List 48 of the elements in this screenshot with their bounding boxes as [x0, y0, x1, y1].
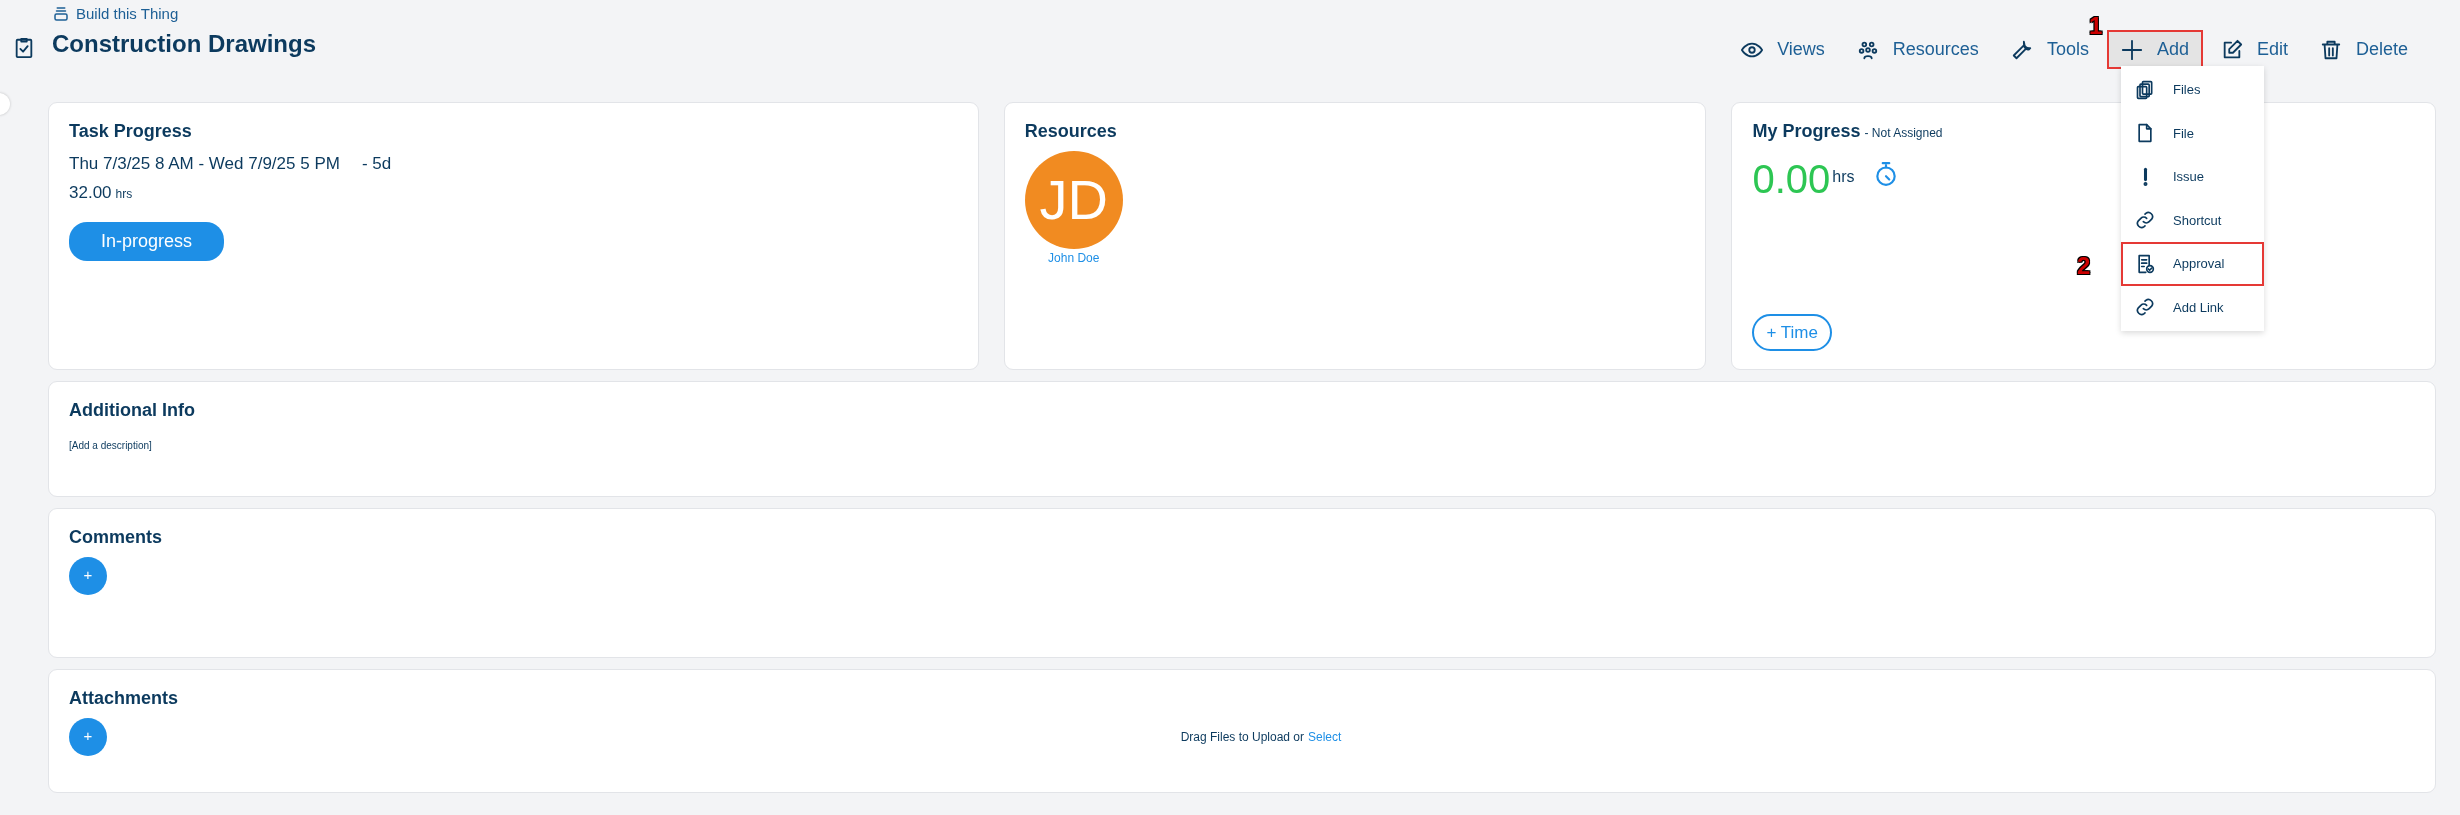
delete-button[interactable]: Delete	[2305, 30, 2422, 69]
card-subtitle: - Not Assigned	[1864, 125, 1943, 142]
add-time-button[interactable]: + Time	[1752, 313, 1832, 351]
card-title: Resources	[1024, 121, 1118, 143]
menu-item[interactable]: Shortcut	[2121, 198, 2264, 242]
select-link[interactable]: Select	[1308, 727, 1342, 746]
date-range: Thu 7/3/25 8 AM - Wed 7/9/25 5 PM	[69, 152, 340, 175]
menu-item[interactable]: Add Link	[2121, 285, 2264, 329]
clipboard-check-icon	[13, 35, 35, 61]
files-icon	[2135, 79, 2155, 100]
callout-number: 2	[2077, 254, 2091, 278]
trash-icon	[2319, 38, 2342, 61]
callout-number: 1	[2088, 14, 2103, 38]
description-link[interactable]: [Add a description]	[69, 437, 2415, 453]
add-button[interactable]: Add	[2106, 30, 2203, 69]
status-button[interactable]: In-progress	[69, 221, 225, 261]
duration: - 5d	[361, 152, 392, 175]
card-title: Additional Info	[69, 400, 196, 422]
edit-button[interactable]: Edit	[2206, 30, 2302, 69]
page-title: Construction Drawings	[52, 30, 316, 59]
card-title: Task Progress	[69, 121, 193, 143]
add-comment-button[interactable]: +	[69, 556, 107, 595]
menu-item[interactable]: Files	[2121, 68, 2264, 112]
person-name[interactable]: John Doe	[1048, 248, 1100, 267]
plus-icon	[2120, 38, 2143, 61]
avatar-circle: JD	[1024, 150, 1123, 249]
menu-item[interactable]: File	[2121, 111, 2264, 155]
checklist-icon	[2135, 253, 2155, 274]
card-title: My Progress	[1752, 121, 1861, 143]
exclamation-icon	[2142, 166, 2148, 187]
drop-hint: Drag Files to Upload or	[1180, 728, 1304, 746]
card-title: Attachments	[69, 688, 180, 710]
views-button[interactable]: Views	[1727, 30, 1839, 69]
add-attachment-button[interactable]: +	[69, 717, 107, 756]
menu-item[interactable]: Issue	[2121, 155, 2264, 199]
file-icon	[2135, 123, 2155, 144]
card-title: Comments	[69, 527, 163, 549]
hours-value: 0.00	[1752, 158, 1831, 199]
menu-item[interactable]: Approval	[2121, 242, 2264, 286]
resources-button[interactable]: Resources	[1842, 30, 1993, 69]
stack-icon	[52, 5, 70, 24]
hours-value: 32.00	[69, 182, 112, 205]
wrench-icon	[2010, 38, 2033, 61]
link-icon	[2135, 297, 2155, 318]
breadcrumb-link[interactable]: Build this Thing	[76, 3, 179, 26]
hours-unit: hrs	[1832, 166, 1855, 187]
link-icon	[2135, 210, 2155, 231]
hours-unit: hrs	[115, 186, 133, 204]
